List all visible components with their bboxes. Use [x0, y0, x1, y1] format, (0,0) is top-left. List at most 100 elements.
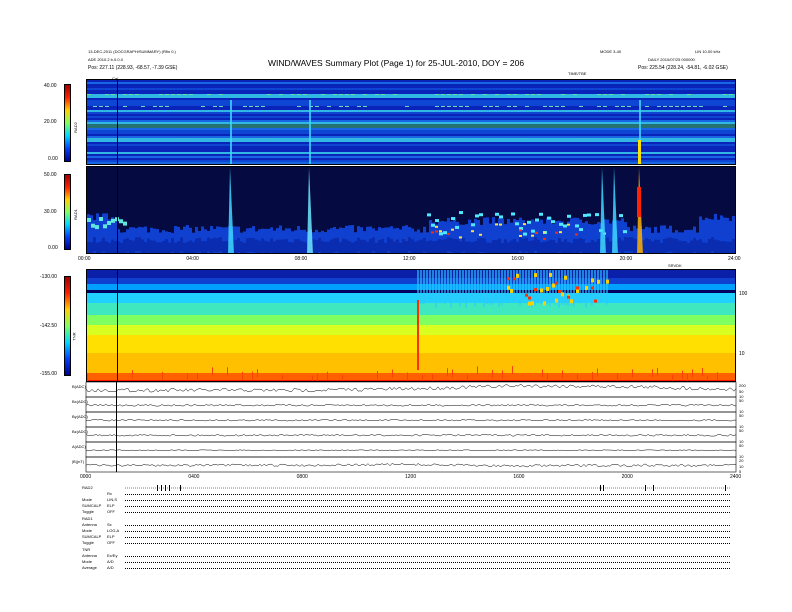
rad1-emission: [431, 223, 435, 227]
rad1-column-base: [609, 241, 612, 253]
mode-row-value: ELP: [107, 534, 115, 539]
line-panel-right-tick: 50: [739, 398, 744, 403]
mode-row-label: Mode: [82, 559, 93, 564]
tnr-column: [522, 270, 524, 303]
rad1-column-base: [384, 242, 387, 253]
rad2-streak: [603, 94, 607, 95]
tnr-spike: [252, 371, 253, 380]
tnr-spike: [132, 370, 133, 379]
rad2-colorbar: [64, 84, 71, 162]
line-x-tick: 0000: [80, 474, 92, 480]
rad1-column-base: [459, 241, 462, 253]
line-panel-frame: [85, 441, 737, 458]
rad1-emission: [563, 224, 567, 228]
rad1-column-base: [360, 239, 363, 253]
rad1-column-base: [585, 242, 588, 253]
mode-section-title: RAD1: [82, 516, 93, 521]
tnr-spike: [502, 370, 503, 379]
line-series: [85, 434, 737, 437]
line-x-tick: 1200: [405, 474, 417, 480]
rad2-streak: [105, 106, 109, 107]
tnr-column: [600, 270, 602, 303]
rad1-column-base: [513, 238, 516, 253]
tnr-right-tick: 10: [739, 351, 745, 357]
tnr-spike: [657, 368, 658, 377]
rad1-column-base: [591, 239, 594, 253]
rad1-column-base: [333, 238, 336, 253]
rad1-column-base: [291, 242, 294, 253]
rad2-streak: [99, 106, 103, 107]
rad1-column-base: [429, 240, 432, 253]
tnr-spike: [632, 369, 633, 378]
rad1-column-base: [720, 241, 723, 253]
tnr-spike: [512, 366, 513, 375]
rad1-column-base: [675, 238, 678, 253]
tnr-emission: [552, 283, 555, 288]
rad1-column-base: [465, 241, 468, 253]
rad1-emission: [443, 231, 447, 235]
mode-row-line: [125, 537, 730, 538]
rad1-emission: [523, 232, 527, 236]
tnr-column: [420, 270, 422, 304]
rad1-spectrogram-svg: [87, 167, 735, 253]
tnr-spike: [542, 369, 543, 378]
rad1-emission: [547, 216, 551, 220]
tnr-column: [594, 270, 596, 302]
tnr-emission: [606, 279, 609, 284]
rad1-column-base: [318, 237, 321, 252]
rad1-emission-peak: [575, 233, 578, 236]
rad2-streak: [609, 94, 613, 95]
rad1-column-base: [183, 242, 186, 253]
tnr-column: [435, 270, 437, 308]
rad1-column-base: [486, 242, 489, 253]
rad2-band: [87, 80, 735, 82]
rad2-streak: [345, 94, 349, 95]
rad1-column-base: [141, 239, 144, 253]
rad2-band: [87, 84, 735, 86]
tnr-spike: [597, 368, 598, 377]
rad1-column-base: [357, 237, 360, 252]
rad1-column-base: [438, 239, 441, 253]
rad1-column-base: [552, 240, 555, 253]
rad1-column-base: [663, 238, 666, 253]
rad2-streak: [549, 106, 553, 107]
rad1-column-base: [507, 242, 510, 253]
rad1-x-tick: 08:00: [294, 256, 308, 262]
rad1-column-base: [672, 238, 675, 253]
tnr-spike: [227, 367, 228, 376]
header-left-line2: ADE 2010.2 b.0.0.0: [88, 57, 123, 62]
rad1-column-base: [375, 242, 378, 253]
rad1-column-base: [222, 241, 225, 253]
rad2-streak: [333, 94, 337, 95]
rad1-emission-peak: [431, 231, 434, 234]
tnr-spike: [692, 369, 693, 378]
tnr-column: [456, 270, 458, 301]
tnr-emission: [540, 288, 543, 293]
rad2-streak: [297, 94, 301, 95]
rad1-column-base: [324, 241, 327, 253]
rad2-streak: [687, 106, 691, 107]
rad2-streak: [525, 94, 529, 95]
tnr-spike: [317, 373, 318, 381]
rad2-streak: [183, 138, 187, 139]
rad1-emission: [583, 213, 587, 217]
rad1-column-base: [624, 237, 627, 252]
tnr-emission-peak: [528, 296, 531, 300]
rad1-x-tick: 04:00: [186, 256, 199, 262]
rad1-column-base: [426, 241, 429, 253]
rad1-column-base: [399, 242, 402, 253]
rad2-streak: [243, 106, 247, 107]
rad1-column-base: [288, 242, 291, 253]
rad1-column-base: [261, 238, 264, 253]
rad2-band: [87, 104, 735, 106]
rad2-streak: [381, 138, 385, 139]
rad1-emission: [539, 212, 543, 216]
rad2-streak: [615, 138, 619, 139]
rad2-band: [87, 164, 736, 165]
rad1-column-base: [420, 239, 423, 253]
rad2-streak: [711, 138, 715, 139]
tnr-spike: [162, 371, 163, 380]
mode-row-line: [125, 531, 730, 532]
rad1-x-tick: 20:00: [619, 256, 633, 262]
rad1-column-base: [477, 238, 480, 253]
